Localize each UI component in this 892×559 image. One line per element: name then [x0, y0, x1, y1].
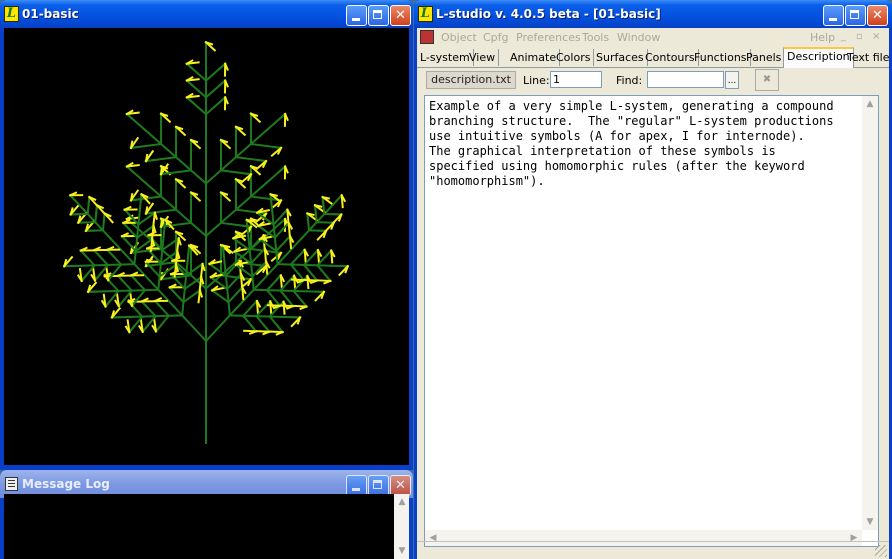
mdi-minimize-icon[interactable]: _ — [841, 31, 846, 42]
tree-apex — [321, 195, 330, 200]
minimize-icon[interactable] — [346, 5, 367, 26]
tab-colors[interactable]: Colors — [553, 49, 595, 66]
status-bar — [417, 541, 889, 559]
tab-surfaces[interactable]: Surfaces — [593, 49, 648, 66]
branching-tree-drawing — [62, 40, 350, 444]
description-line: use intuitive symbols (A for apex, I for… — [429, 129, 805, 143]
description-editor[interactable]: Example of a very simple L-system, gener… — [424, 95, 879, 547]
tree-apex — [144, 153, 149, 163]
tab-strip: L-system View Animate Colors Surfaces Co… — [417, 47, 892, 68]
mdi-restore-icon[interactable]: ▫ — [856, 31, 863, 42]
log-window-icon — [5, 477, 18, 491]
maximize-icon[interactable] — [368, 5, 389, 26]
minimize-icon[interactable] — [346, 475, 367, 496]
tree-apex — [144, 206, 149, 215]
line-label: Line: — [523, 74, 550, 87]
menu-window[interactable]: Window — [617, 31, 660, 44]
description-text[interactable]: Example of a very simple L-system, gener… — [429, 99, 859, 189]
tree-apex — [129, 140, 134, 150]
tree-apex — [221, 244, 231, 249]
tree-apex — [159, 166, 164, 176]
tree-apex — [306, 212, 315, 217]
menu-preferences[interactable]: Preferences — [516, 31, 581, 44]
description-line: The graphical interpretation of these sy… — [429, 144, 776, 158]
line-input[interactable]: 1 — [550, 71, 602, 88]
menu-cpfg[interactable]: Cpfg — [483, 31, 509, 44]
main-window-body: Object Cpfg Preferences Tools Window Hel… — [417, 28, 892, 559]
lstudio-logo-icon: L — [418, 6, 433, 22]
menu-bar: Object Cpfg Preferences Tools Window Hel… — [417, 28, 889, 47]
minimize-icon[interactable] — [823, 5, 844, 26]
description-toolbar: description.txt Line: 1 Find: ... ✖ — [417, 68, 889, 94]
log-window-title: Message Log — [22, 477, 110, 491]
tab-panels[interactable]: Panels — [743, 49, 786, 66]
message-log-output[interactable]: ▲ ▼ — [4, 494, 409, 559]
lstudio-main-window: L L-studio v. 4.0.5 beta - [01-basic] ✕ … — [414, 0, 892, 559]
resize-grip-icon[interactable] — [875, 545, 887, 557]
tree-apex — [129, 193, 134, 202]
description-line: branching structure. The "regular" L-sys… — [429, 114, 834, 128]
vertical-scrollbar[interactable]: ▲ ▼ — [862, 96, 878, 530]
menu-object[interactable]: Object — [441, 31, 477, 44]
description-line: "homomorphism"). — [429, 174, 545, 188]
main-window-titlebar[interactable]: L L-studio v. 4.0.5 beta - [01-basic] ✕ — [414, 0, 892, 28]
tree-apex — [159, 219, 164, 228]
close-icon[interactable]: ✕ — [390, 475, 411, 496]
tab-text-file[interactable]: Text file — [844, 49, 892, 66]
main-window-title: L-studio v. 4.0.5 beta - [01-basic] — [436, 7, 661, 21]
document-icon[interactable] — [420, 30, 434, 44]
tree-window-titlebar[interactable]: L 01-basic ✕ — [0, 0, 413, 28]
tab-view[interactable]: View — [466, 49, 500, 66]
message-log-window: Message Log ✕ ▲ ▼ — [0, 470, 413, 559]
close-icon[interactable]: ✕ — [867, 5, 888, 26]
tree-canvas[interactable] — [4, 28, 409, 465]
maximize-icon[interactable] — [845, 5, 866, 26]
clear-find-button[interactable]: ✖ — [755, 69, 779, 91]
log-scrollbar[interactable]: ▲ ▼ — [394, 494, 409, 559]
scroll-up-icon[interactable]: ▲ — [394, 494, 410, 510]
scroll-down-icon[interactable]: ▼ — [862, 514, 878, 530]
tree-window-title: 01-basic — [22, 7, 79, 21]
file-name-field[interactable]: description.txt — [426, 71, 516, 89]
tree-apex — [313, 204, 323, 208]
tab-functions[interactable]: Functions — [691, 49, 751, 66]
menu-help[interactable]: Help — [810, 31, 835, 44]
scroll-up-icon[interactable]: ▲ — [862, 96, 878, 112]
description-line: Example of a very simple L-system, gener… — [429, 99, 834, 113]
description-line: specified using homomorphic rules (after… — [429, 159, 805, 173]
tree-apex — [245, 218, 255, 223]
find-input[interactable] — [647, 71, 724, 88]
browse-button[interactable]: ... — [725, 71, 739, 89]
maximize-icon[interactable] — [368, 475, 389, 496]
menu-tools[interactable]: Tools — [582, 31, 609, 44]
lstudio-logo-icon: L — [4, 6, 19, 22]
tree-view-window: L 01-basic ✕ — [0, 0, 413, 470]
tree-apex — [269, 193, 278, 197]
close-icon[interactable]: ✕ — [390, 5, 411, 26]
mdi-close-icon[interactable]: × — [872, 31, 880, 42]
scroll-down-icon[interactable]: ▼ — [394, 543, 410, 559]
find-label: Find: — [616, 74, 643, 87]
